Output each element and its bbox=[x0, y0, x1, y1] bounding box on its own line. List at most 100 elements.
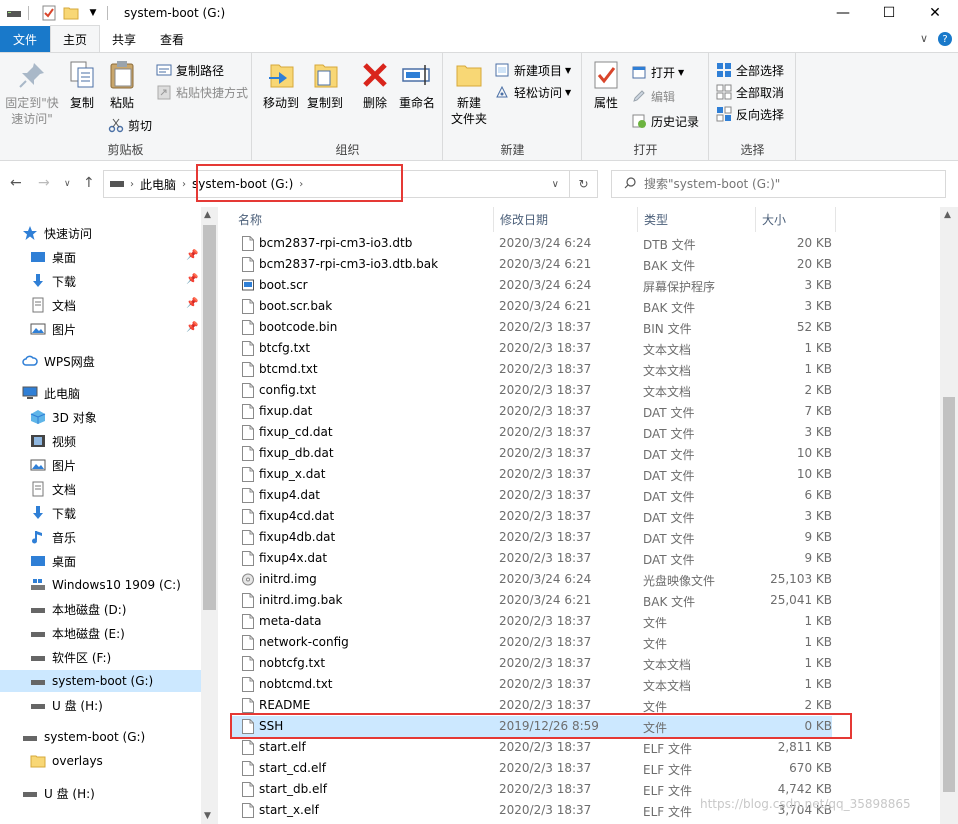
nav-usb[interactable]: U 盘 (H:) bbox=[22, 782, 95, 804]
copy-to-button[interactable]: 复制到 bbox=[305, 59, 345, 111]
file-row[interactable]: bcm2837-rpi-cm3-io3.dtb 2020/3/24 6:24 DTB… bbox=[232, 233, 832, 254]
nav-wps-cloud[interactable]: WPS网盘 bbox=[22, 350, 95, 372]
nav-drive-f[interactable]: 软件区 (F:) bbox=[30, 646, 111, 668]
nav-videos[interactable]: 视频 bbox=[30, 430, 76, 452]
easy-access-button[interactable]: 轻松访问 ▼ bbox=[494, 82, 571, 102]
nav-desktop[interactable]: 桌面 bbox=[30, 550, 76, 572]
history-button[interactable]: 历史记录 bbox=[631, 111, 699, 131]
file-row[interactable]: initrd.img.bak 2020/3/24 6:21 BAK 文件 25,041… bbox=[232, 590, 832, 611]
file-row[interactable]: fixup4db.dat 2020/2/3 18:37 DAT 文件 9 KB bbox=[232, 527, 832, 548]
file-row[interactable]: network-config 2020/2/3 18:37 文件 1 KB bbox=[232, 632, 832, 653]
breadcrumb-this-pc[interactable]: 此电脑 bbox=[140, 176, 176, 193]
file-row[interactable]: fixup4x.dat 2020/2/3 18:37 DAT 文件 9 KB bbox=[232, 548, 832, 569]
file-row[interactable]: bcm2837-rpi-cm3-io3.dtb.bak 2020/3/24 6:2… bbox=[232, 254, 832, 275]
nav-overlays[interactable]: overlays bbox=[30, 750, 103, 772]
select-all-button[interactable]: 全部选择 bbox=[716, 60, 784, 80]
nav-drive-h[interactable]: U 盘 (H:) bbox=[30, 694, 103, 716]
file-row[interactable]: boot.scr 2020/3/24 6:24 屏幕保护程序 3 KB bbox=[232, 275, 832, 296]
file-row[interactable]: fixup.dat 2020/2/3 18:37 DAT 文件 7 KB bbox=[232, 401, 832, 422]
search-input[interactable] bbox=[644, 177, 924, 191]
scroll-up-icon[interactable]: ▲ bbox=[204, 210, 211, 220]
new-folder-quick-icon[interactable] bbox=[63, 5, 79, 21]
rename-button[interactable]: 重命名 bbox=[395, 59, 439, 111]
column-header-size[interactable]: 大小 bbox=[756, 207, 836, 232]
column-header-type[interactable]: 类型 bbox=[638, 207, 756, 232]
nav-drive-d[interactable]: 本地磁盘 (D:) bbox=[30, 598, 126, 620]
move-to-button[interactable]: 移动到 bbox=[261, 59, 301, 111]
forward-arrow-icon[interactable]: → bbox=[38, 175, 50, 191]
up-arrow-icon[interactable]: ↑ bbox=[83, 175, 95, 191]
pin-icon[interactable]: 📌 bbox=[186, 298, 198, 309]
nav-3d-objects[interactable]: 3D 对象 bbox=[30, 406, 97, 428]
file-row[interactable]: fixup4cd.dat 2020/2/3 18:37 DAT 文件 3 KB bbox=[232, 506, 832, 527]
file-row[interactable]: btcfg.txt 2020/2/3 18:37 文本文档 1 KB bbox=[232, 338, 832, 359]
recent-locations-icon[interactable]: ∨ bbox=[64, 179, 71, 189]
address-history-dropdown-icon[interactable]: ∨ bbox=[552, 179, 559, 190]
file-list-scrollbar[interactable]: ▲ bbox=[940, 207, 958, 824]
nav-drive-c[interactable]: Windows10 1909 (C:) bbox=[30, 574, 181, 596]
file-row[interactable]: fixup_x.dat 2020/2/3 18:37 DAT 文件 10 KB bbox=[232, 464, 832, 485]
nav-this-pc[interactable]: 此电脑 bbox=[22, 382, 80, 404]
nav-pane-scrollbar[interactable]: ▲ ▼ bbox=[201, 207, 218, 824]
file-row[interactable]: btcmd.txt 2020/2/3 18:37 文本文档 1 KB bbox=[232, 359, 832, 380]
nav-quick-documents[interactable]: 文档 bbox=[30, 294, 76, 316]
properties-quick-icon[interactable] bbox=[41, 5, 57, 21]
pin-icon[interactable]: 📌 bbox=[186, 274, 198, 285]
search-box[interactable] bbox=[611, 170, 946, 198]
help-icon[interactable]: ? bbox=[938, 32, 952, 46]
column-header-name[interactable]: 名称 bbox=[232, 207, 494, 232]
file-row[interactable]: bootcode.bin 2020/2/3 18:37 BIN 文件 52 KB bbox=[232, 317, 832, 338]
address-chevron-icon[interactable]: › bbox=[130, 179, 134, 190]
copy-button[interactable]: 复制 bbox=[64, 59, 100, 111]
nav-drive-g-selected[interactable]: system-boot (G:) bbox=[0, 670, 201, 692]
back-arrow-icon[interactable]: ← bbox=[10, 175, 22, 191]
file-row[interactable]: start_cd.elf 2020/2/3 18:37 ELF 文件 670 KB bbox=[232, 758, 832, 779]
file-row[interactable]: fixup_db.dat 2020/2/3 18:37 DAT 文件 10 KB bbox=[232, 443, 832, 464]
nav-quick-desktop[interactable]: 桌面 bbox=[30, 246, 76, 268]
file-row[interactable]: nobtcfg.txt 2020/2/3 18:37 文本文档 1 KB bbox=[232, 653, 832, 674]
file-row[interactable]: meta-data 2020/2/3 18:37 文件 1 KB bbox=[232, 611, 832, 632]
refresh-icon[interactable]: ↻ bbox=[569, 171, 597, 197]
tab-file[interactable]: 文件 bbox=[0, 26, 50, 52]
new-item-button[interactable]: 新建项目 ▼ bbox=[494, 60, 571, 80]
address-chevron-icon[interactable]: › bbox=[182, 179, 186, 190]
invert-selection-button[interactable]: 反向选择 bbox=[716, 104, 784, 124]
nav-drive-e[interactable]: 本地磁盘 (E:) bbox=[30, 622, 125, 644]
pin-icon[interactable]: 📌 bbox=[186, 250, 198, 261]
select-none-button[interactable]: 全部取消 bbox=[716, 82, 784, 102]
maximize-button[interactable]: ☐ bbox=[866, 0, 912, 26]
paste-button[interactable]: 粘贴 bbox=[104, 59, 140, 111]
open-button[interactable]: 打开 ▼ bbox=[631, 62, 684, 82]
paste-shortcut-button[interactable]: 粘贴快捷方式 bbox=[156, 82, 248, 102]
new-folder-button[interactable]: 新建 文件夹 bbox=[448, 59, 490, 127]
pin-quick-access-button[interactable]: 固定到"快 速访问" bbox=[4, 59, 60, 127]
nav-quick-pictures[interactable]: 图片 bbox=[30, 318, 76, 340]
nav-documents[interactable]: 文档 bbox=[30, 478, 76, 500]
collapse-ribbon-icon[interactable]: ∨ bbox=[920, 32, 928, 46]
nav-pictures[interactable]: 图片 bbox=[30, 454, 76, 476]
file-row[interactable]: fixup_cd.dat 2020/2/3 18:37 DAT 文件 3 KB bbox=[232, 422, 832, 443]
nav-quick-access[interactable]: 快速访问 bbox=[22, 222, 92, 244]
edit-button[interactable]: 编辑 bbox=[631, 86, 675, 106]
cut-button[interactable]: 剪切 bbox=[108, 115, 152, 135]
nav-music[interactable]: 音乐 bbox=[30, 526, 76, 548]
nav-pane-scroll-thumb[interactable] bbox=[203, 225, 216, 610]
tab-view[interactable]: 查看 bbox=[148, 26, 196, 52]
copy-path-button[interactable]: 复制路径 bbox=[156, 60, 224, 80]
file-row[interactable]: nobtcmd.txt 2020/2/3 18:37 文本文档 1 KB bbox=[232, 674, 832, 695]
minimize-button[interactable]: — bbox=[820, 0, 866, 26]
scroll-down-icon[interactable]: ▼ bbox=[204, 811, 211, 821]
file-row[interactable]: start.elf 2020/2/3 18:37 ELF 文件 2,811 KB bbox=[232, 737, 832, 758]
quick-access-dropdown-icon[interactable]: ▼ bbox=[85, 5, 101, 21]
delete-button[interactable]: 删除 bbox=[357, 59, 393, 111]
file-row[interactable]: config.txt 2020/2/3 18:37 文本文档 2 KB bbox=[232, 380, 832, 401]
file-list-scroll-thumb[interactable] bbox=[943, 397, 955, 792]
pin-icon[interactable]: 📌 bbox=[186, 322, 198, 333]
tab-home[interactable]: 主页 bbox=[50, 25, 101, 52]
column-header-date[interactable]: 修改日期 bbox=[494, 207, 638, 232]
file-row[interactable]: boot.scr.bak 2020/3/24 6:21 BAK 文件 3 KB bbox=[232, 296, 832, 317]
nav-system-boot[interactable]: system-boot (G:) bbox=[22, 726, 145, 748]
scroll-up-icon[interactable]: ▲ bbox=[944, 210, 951, 220]
nav-quick-downloads[interactable]: 下载 bbox=[30, 270, 76, 292]
nav-downloads[interactable]: 下载 bbox=[30, 502, 76, 524]
